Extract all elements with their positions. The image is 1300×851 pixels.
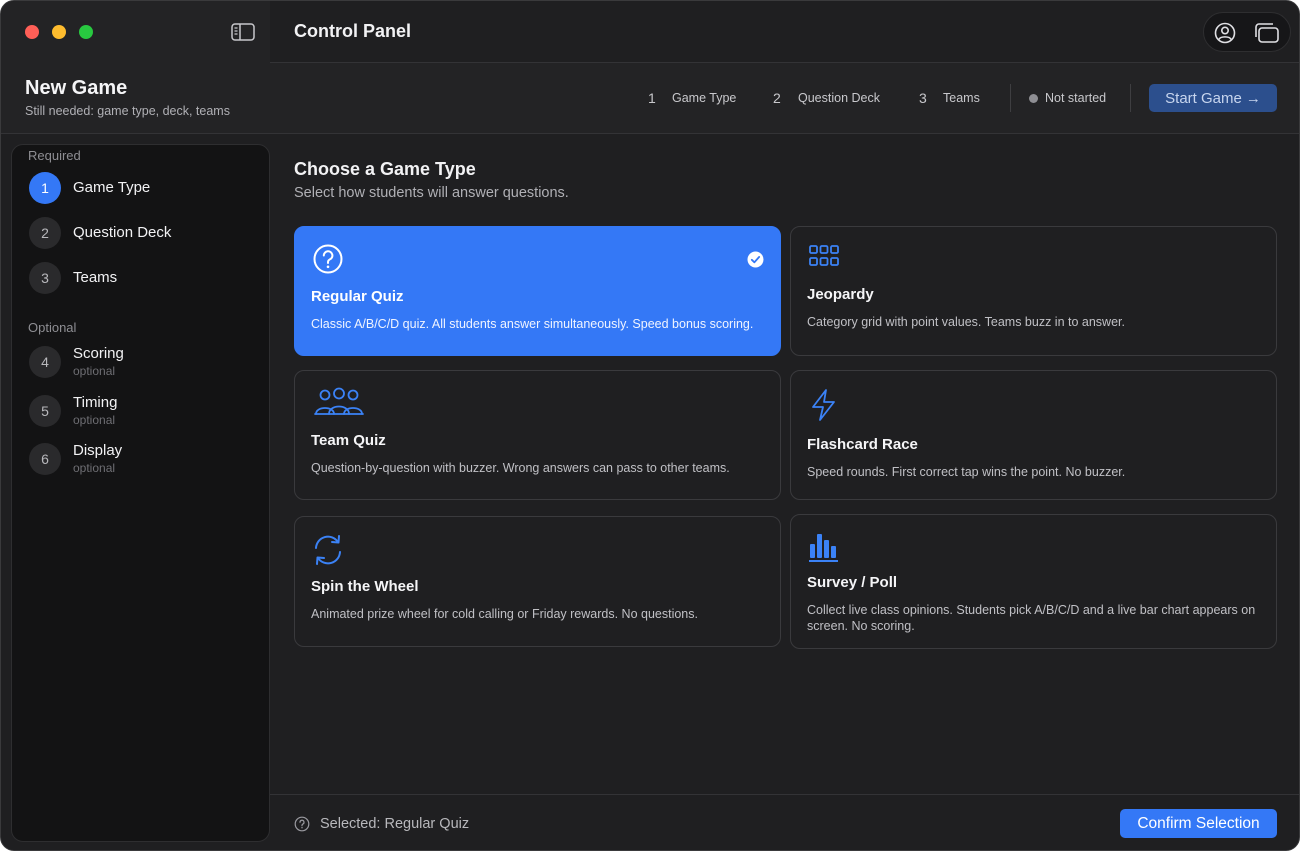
step-number: 2 [773,90,781,106]
game-type-card-team-quiz[interactable]: Team Quiz Question-by-question with buzz… [294,370,781,500]
card-description: Animated prize wheel for cold calling or… [311,607,698,621]
step-label: Teams [943,91,980,105]
title-bar: Control Panel [1,1,1299,63]
divider [1010,84,1011,112]
step-badge: 5 [29,395,61,427]
card-title: Team Quiz [311,432,386,449]
app-title: Control Panel [294,21,412,41]
sidebar-item-label: Game Type [73,179,151,196]
selection-footer: Selected: Regular Quiz Confirm Selection [270,794,1299,850]
optional-note: optional [73,461,116,475]
step-number: 3 [919,90,927,106]
card-description: Classic A/B/C/D quiz. All students answe… [311,317,754,331]
title-actions [1203,12,1291,52]
game-type-card-flashcard-race[interactable]: Flashcard Race Speed rounds. First corre… [790,370,1277,500]
card-title: Jeopardy [807,286,874,303]
minimize-window-button[interactable] [52,25,66,39]
sidebar-item-label: Teams [73,269,118,286]
optional-note: optional [73,364,116,378]
card-title: Survey / Poll [807,574,898,591]
team-icon [314,387,364,415]
sidebar-item-label: Display [73,442,123,459]
sidebar-item-timing[interactable]: 5 Timing optional [29,391,259,431]
account-icon[interactable] [1214,22,1236,44]
game-type-card-regular-quiz[interactable]: Regular Quiz Classic A/B/C/D quiz. All s… [294,226,781,356]
sidebar-item-scoring[interactable]: 4 Scoring optional [29,342,259,382]
sidebar-item-game-type[interactable]: 1 Game Type [29,168,259,208]
page-subtitle: Select how students will answer question… [294,185,569,201]
grid-icon [809,245,839,266]
step-badge: 1 [29,172,61,204]
selected-game-type: Selected: Regular Quiz [320,816,470,832]
game-header: New Game Still needed: game type, deck, … [1,63,1299,134]
question-circle-icon [313,244,343,274]
confirm-selection-button[interactable]: Confirm Selection [1120,809,1277,838]
divider [1130,84,1131,112]
zoom-window-button[interactable] [79,25,93,39]
app-window: Control Panel New Game Still needed: gam… [0,0,1300,851]
refresh-cycle-icon [315,535,341,565]
step-badge: 6 [29,443,61,475]
status-dot-icon [1029,94,1038,103]
step-badge: 4 [29,346,61,378]
windows-icon[interactable] [1254,22,1280,44]
card-title: Flashcard Race [807,436,918,453]
start-game-button[interactable]: Start Game → [1149,84,1277,112]
game-title: New Game [25,77,128,99]
arrow-right-icon: → [1245,89,1261,107]
setup-sidebar: Required 1 Game Type 2 Question Deck 3 T… [11,144,270,842]
bar-chart-icon [809,534,838,562]
step-badge: 2 [29,217,61,249]
section-label-optional: Optional [28,320,77,335]
step-label: Game Type [672,91,737,105]
game-status: Not started [1045,91,1107,105]
step-number: 1 [648,90,656,106]
lightning-icon [812,389,835,421]
page-title: Choose a Game Type [294,159,476,179]
question-circle-icon [294,816,310,832]
sidebar-item-teams[interactable]: 3 Teams [29,258,259,298]
game-subtitle: Still needed: game type, deck, teams [25,104,230,118]
checkmark-icon [747,251,764,268]
sidebar-item-label: Question Deck [73,224,172,241]
section-label-required: Required [28,148,81,163]
optional-note: optional [73,413,116,427]
card-description: Collect live class opinions. Students pi… [807,603,1256,633]
card-description: Speed rounds. First correct tap wins the… [807,465,1126,479]
game-type-card-jeopardy[interactable]: Jeopardy Category grid with point values… [790,226,1277,356]
card-description: Category grid with point values. Teams b… [807,315,1125,329]
sidebar-item-label: Scoring [73,345,124,362]
sidebar-item-display[interactable]: 6 Display optional [29,439,259,479]
game-type-card-spin-the-wheel[interactable]: Spin the Wheel Animated prize wheel for … [294,516,781,647]
card-title: Regular Quiz [311,288,404,305]
card-title: Spin the Wheel [311,578,419,595]
card-description: Question-by-question with buzzer. Wrong … [311,461,730,475]
game-type-card-survey-poll[interactable]: Survey / Poll Collect live class opinion… [790,514,1277,649]
close-window-button[interactable] [25,25,39,39]
step-badge: 3 [29,262,61,294]
sidebar-toggle-icon[interactable] [231,22,255,42]
sidebar-item-label: Timing [73,394,118,411]
step-label: Question Deck [798,91,880,105]
sidebar-item-question-deck[interactable]: 2 Question Deck [29,213,259,253]
